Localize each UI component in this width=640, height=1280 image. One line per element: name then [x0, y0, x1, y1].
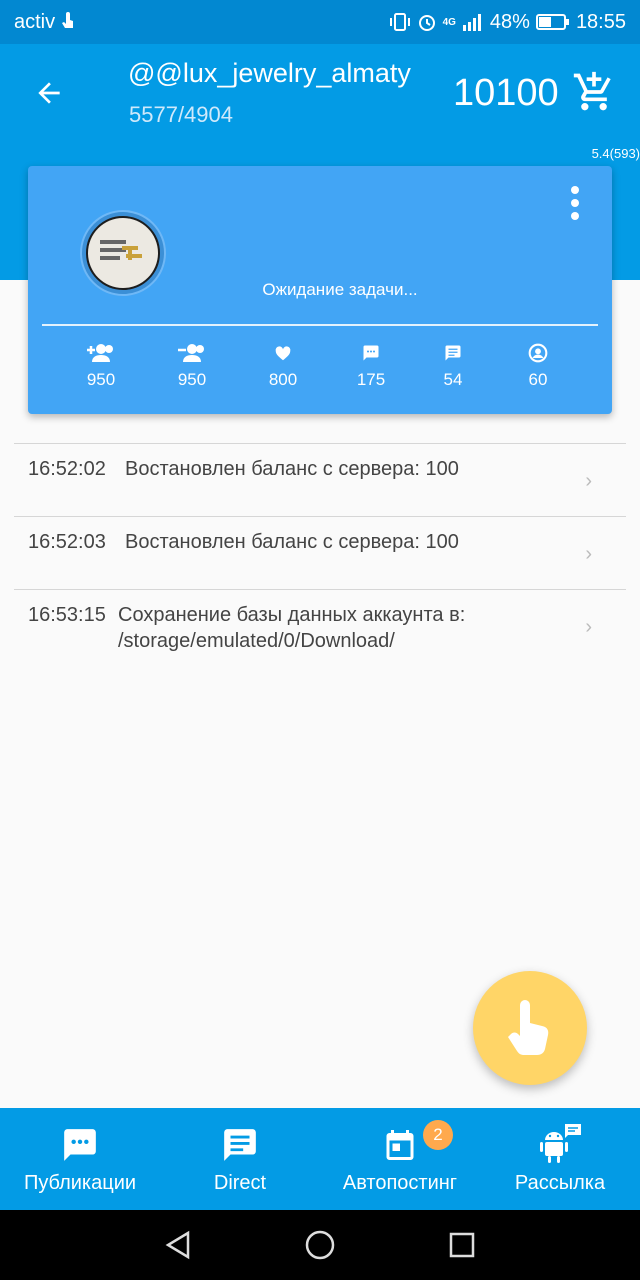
nav-publications[interactable]: Публикации — [12, 1108, 148, 1210]
back-button[interactable] — [26, 70, 72, 116]
battery-icon — [535, 14, 569, 30]
dot — [571, 199, 579, 207]
stat-value: 60 — [528, 370, 548, 389]
log-time: 16:52:02 — [28, 458, 106, 480]
stat-comments: 175 — [336, 342, 406, 390]
log-time: 16:53:15 — [28, 604, 106, 626]
android-icon — [540, 1124, 581, 1163]
nav-label: Рассылка — [514, 1172, 606, 1194]
triangle-back-icon — [165, 1230, 190, 1260]
logo-image — [100, 240, 142, 260]
avatar-image — [88, 218, 158, 288]
stat-value: 950 — [86, 370, 116, 389]
message-icon — [445, 345, 461, 361]
stat-messages: 54 — [418, 342, 488, 390]
network-type: 4G — [442, 16, 456, 28]
person-remove-icon — [178, 344, 204, 362]
nav-label: Публикации — [23, 1172, 137, 1194]
balance: 10100 — [453, 72, 559, 114]
nav-label: Direct — [213, 1172, 267, 1194]
vibrate-icon — [389, 13, 410, 31]
list-item[interactable]: 16:52:03 Востановлен баланс с сервера: 1… — [14, 517, 626, 590]
chat-icon — [64, 1129, 96, 1161]
calendar-icon — [386, 1130, 414, 1160]
log-message: Сохранение базы данных аккаунта в: /stor… — [118, 604, 466, 652]
dot — [571, 212, 579, 220]
nav-mailing[interactable]: Рассылка — [500, 1108, 620, 1210]
log-message: Востановлен баланс с сервера: 100 — [125, 531, 459, 553]
divider — [42, 324, 598, 326]
app-version: 5.4(593) — [591, 146, 640, 161]
autoposting-badge: 2 — [423, 1120, 453, 1150]
person-add-icon — [87, 344, 113, 362]
chevron-right-icon: › — [585, 543, 592, 565]
log-list: 16:52:02 Востановлен баланс с сервера: 1… — [14, 443, 626, 670]
account-name: @@lux_jewelry_almaty — [128, 58, 411, 88]
status-bar: activ 4G 48% 18:55 — [0, 0, 640, 44]
chevron-right-icon: › — [585, 470, 592, 492]
account-card: Ожидание задачи... 950 950 800 175 54 60 — [28, 166, 612, 414]
nav-direct[interactable]: Direct — [190, 1108, 290, 1210]
cart-add-button[interactable] — [572, 70, 618, 116]
stat-unfollow: 950 — [157, 342, 227, 390]
cart-add-icon — [573, 71, 611, 111]
dot — [571, 186, 579, 194]
system-back-button[interactable] — [160, 1227, 196, 1263]
stat-profile-views: 60 — [503, 342, 573, 390]
circle-home-icon — [305, 1230, 335, 1260]
carrier-group: activ — [14, 11, 75, 34]
touch-icon — [62, 12, 74, 28]
stat-value: 54 — [443, 370, 463, 389]
tap-hand-icon — [508, 1000, 549, 1055]
arrow-back-icon — [38, 82, 60, 104]
start-task-fab[interactable] — [473, 971, 587, 1085]
app-bar: @@lux_jewelry_almaty 5577/4904 10100 — [0, 44, 640, 142]
stat-value: 950 — [177, 370, 207, 389]
alarm-icon — [418, 15, 435, 31]
signal-icon — [462, 14, 481, 31]
account-counts: 5577/4904 — [129, 102, 233, 127]
battery-percent: 48% — [489, 10, 530, 33]
log-message: Востановлен баланс с сервера: 100 — [125, 458, 459, 480]
square-recents-icon — [449, 1232, 475, 1258]
profile-view-icon — [528, 343, 548, 363]
system-home-button[interactable] — [302, 1227, 338, 1263]
task-status: Ожидание задачи... — [262, 280, 418, 299]
heart-icon — [275, 346, 291, 361]
stat-value: 175 — [356, 370, 386, 389]
list-item[interactable]: 16:52:02 Востановлен баланс с сервера: 1… — [14, 444, 626, 517]
system-recents-button[interactable] — [444, 1227, 480, 1263]
comment-icon — [363, 345, 379, 361]
stat-value: 800 — [268, 370, 298, 389]
bottom-nav: Публикации Direct Автопостинг 2 Рассылка — [0, 1108, 640, 1210]
clock: 18:55 — [575, 10, 626, 33]
more-menu-button[interactable] — [560, 186, 590, 220]
stat-follow: 950 — [66, 342, 136, 390]
nav-label: Автопостинг — [342, 1172, 458, 1194]
log-time: 16:52:03 — [28, 531, 106, 553]
system-nav-bar — [0, 1210, 640, 1280]
chevron-right-icon: › — [585, 616, 592, 638]
list-item[interactable]: 16:53:15 Сохранение базы данных аккаунта… — [14, 590, 626, 670]
status-right: 4G 48% 18:55 — [389, 11, 626, 34]
message-icon — [224, 1129, 256, 1161]
stat-likes: 800 — [248, 342, 318, 390]
carrier-name: activ — [14, 10, 56, 33]
